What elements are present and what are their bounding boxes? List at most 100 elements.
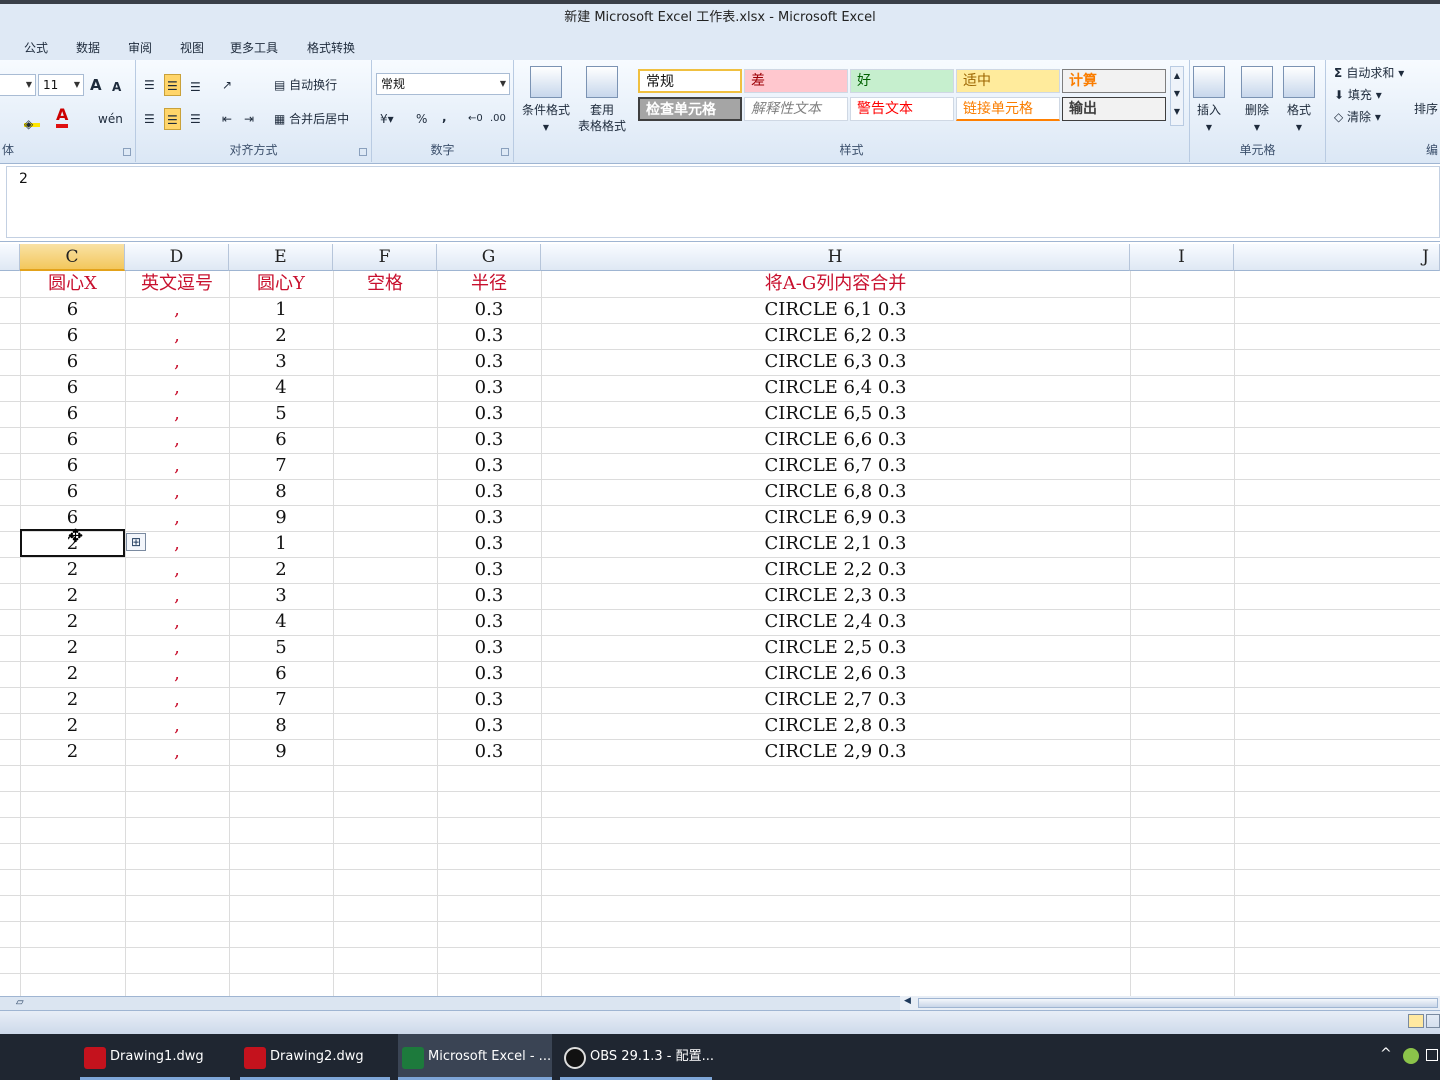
column-header-h[interactable]: H xyxy=(541,244,1130,271)
cell-h[interactable]: CIRCLE 6,1 0.3 xyxy=(541,297,1130,323)
font-dialog-launcher-icon[interactable] xyxy=(123,148,131,156)
cell-e[interactable]: 2 xyxy=(229,323,333,349)
cell-h[interactable]: CIRCLE 6,5 0.3 xyxy=(541,401,1130,427)
cell-g[interactable]: 0.3 xyxy=(437,349,541,375)
cell-g[interactable]: 0.3 xyxy=(437,297,541,323)
insert-sheet-icon[interactable]: ▱ xyxy=(16,997,24,1008)
sort-button[interactable]: 排序 xyxy=(1414,98,1438,120)
cell-f[interactable] xyxy=(333,349,437,375)
header-cell-e[interactable]: 圆心Y xyxy=(229,271,333,297)
cell-d[interactable]: , xyxy=(125,453,229,479)
cell-h[interactable]: CIRCLE 6,9 0.3 xyxy=(541,505,1130,531)
cell-g[interactable]: 0.3 xyxy=(437,557,541,583)
cell-c[interactable]: 2 xyxy=(20,635,125,661)
cell-f[interactable] xyxy=(333,713,437,739)
column-header-c[interactable]: C xyxy=(20,244,125,271)
cell-h[interactable]: CIRCLE 6,2 0.3 xyxy=(541,323,1130,349)
cell-e[interactable]: 1 xyxy=(229,531,333,557)
align-center-button[interactable]: ☰ xyxy=(164,108,181,130)
style-normal[interactable]: 常规 xyxy=(638,69,742,93)
cell-h[interactable]: CIRCLE 2,6 0.3 xyxy=(541,661,1130,687)
cell-g[interactable]: 0.3 xyxy=(437,505,541,531)
cell-e[interactable]: 4 xyxy=(229,375,333,401)
cell-d[interactable]: , xyxy=(125,297,229,323)
style-calculation[interactable]: 计算 xyxy=(1062,69,1166,93)
column-header-d[interactable]: D xyxy=(125,244,229,271)
style-check-cell[interactable]: 检查单元格 xyxy=(638,97,742,121)
page-layout-view-icon[interactable] xyxy=(1426,1014,1440,1028)
cell-g[interactable]: 0.3 xyxy=(437,713,541,739)
style-good[interactable]: 好 xyxy=(850,69,954,93)
cell-f[interactable] xyxy=(333,375,437,401)
cell-d[interactable]: , xyxy=(125,479,229,505)
cell-g[interactable]: 0.3 xyxy=(437,661,541,687)
style-explanatory[interactable]: 解释性文本 xyxy=(744,97,848,121)
cell-f[interactable] xyxy=(333,583,437,609)
taskbar-item-excel[interactable]: Microsoft Excel - ... xyxy=(398,1034,552,1080)
tab-formulas[interactable]: 公式 xyxy=(20,38,52,57)
cell-c[interactable]: 6 xyxy=(20,349,125,375)
column-header-f[interactable]: F xyxy=(333,244,437,271)
insert-button[interactable]: 插入 ▼ xyxy=(1184,66,1234,136)
cell-d[interactable]: , xyxy=(125,557,229,583)
cell-h[interactable]: CIRCLE 2,8 0.3 xyxy=(541,713,1130,739)
cell-g[interactable]: 0.3 xyxy=(437,635,541,661)
tray-status-icon[interactable] xyxy=(1403,1048,1419,1064)
cell-h[interactable]: CIRCLE 6,8 0.3 xyxy=(541,479,1130,505)
cell-c[interactable]: 6 xyxy=(20,297,125,323)
align-top-button[interactable]: ☰ xyxy=(144,74,155,96)
styles-scroll[interactable]: ▲ ▼ ▼ xyxy=(1170,66,1184,126)
column-header-i[interactable]: I xyxy=(1130,244,1234,271)
align-right-button[interactable]: ☰ xyxy=(190,108,201,130)
cell-g[interactable]: 0.3 xyxy=(437,583,541,609)
cell-h[interactable]: CIRCLE 2,5 0.3 xyxy=(541,635,1130,661)
scroll-left-icon[interactable]: ◀ xyxy=(904,996,911,1006)
cell-e[interactable]: 5 xyxy=(229,635,333,661)
merge-center-button[interactable]: ▦ 合并后居中 xyxy=(274,108,349,130)
cell-h[interactable]: CIRCLE 2,9 0.3 xyxy=(541,739,1130,765)
cell-c[interactable]: 6 xyxy=(20,323,125,349)
orientation-button[interactable]: ↗ xyxy=(222,74,232,96)
cell-c[interactable]: 2 xyxy=(20,687,125,713)
tab-review[interactable]: 审阅 xyxy=(124,38,156,57)
increase-decimal-button[interactable]: ←0 xyxy=(468,108,483,130)
cell-d[interactable]: , xyxy=(125,661,229,687)
cell-e[interactable]: 4 xyxy=(229,609,333,635)
cell-d[interactable]: , xyxy=(125,635,229,661)
number-format-combo[interactable]: 常规 ▼ xyxy=(376,73,510,95)
phonetic-button[interactable]: wén xyxy=(98,108,123,130)
cell-d[interactable]: , xyxy=(125,609,229,635)
cell-d[interactable]: , xyxy=(125,375,229,401)
cell-h[interactable]: CIRCLE 6,4 0.3 xyxy=(541,375,1130,401)
cell-c[interactable]: 2 xyxy=(20,739,125,765)
cell-f[interactable] xyxy=(333,687,437,713)
cell-c[interactable]: 2 xyxy=(20,557,125,583)
comma-button[interactable]: , xyxy=(442,106,447,128)
cell-f[interactable] xyxy=(333,739,437,765)
cell-c[interactable]: 6 xyxy=(20,375,125,401)
header-cell-h[interactable]: 将A-G列内容合并 xyxy=(541,271,1130,297)
number-dialog-launcher-icon[interactable] xyxy=(501,148,509,156)
formula-input[interactable]: 2 xyxy=(6,166,1440,238)
column-header-j[interactable]: J xyxy=(1234,244,1440,271)
clear-button[interactable]: ◇ 清除 ▾ xyxy=(1334,106,1381,128)
normal-view-icon[interactable] xyxy=(1408,1014,1424,1028)
style-output[interactable]: 输出 xyxy=(1062,97,1166,121)
header-cell-f[interactable]: 空格 xyxy=(333,271,437,297)
cell-c[interactable]: 2 xyxy=(20,661,125,687)
header-cell-c[interactable]: 圆心X xyxy=(20,271,125,297)
cell-g[interactable]: 0.3 xyxy=(437,323,541,349)
format-as-table-button[interactable]: 套用 表格格式 xyxy=(572,66,632,134)
style-warning[interactable]: 警告文本 xyxy=(850,97,954,121)
cell-d[interactable]: , xyxy=(125,401,229,427)
autosum-button[interactable]: Σ 自动求和 ▾ xyxy=(1334,62,1404,84)
cell-f[interactable] xyxy=(333,297,437,323)
taskbar-item-drawing1[interactable]: Drawing1.dwg xyxy=(80,1034,230,1080)
cell-c[interactable]: 6 xyxy=(20,453,125,479)
cell-e[interactable]: 5 xyxy=(229,401,333,427)
tab-format-convert[interactable]: 格式转换 xyxy=(303,38,359,57)
cell-h[interactable]: CIRCLE 2,2 0.3 xyxy=(541,557,1130,583)
align-middle-button[interactable]: ☰ xyxy=(164,74,181,96)
cell-e[interactable]: 2 xyxy=(229,557,333,583)
cell-d[interactable]: , xyxy=(125,323,229,349)
